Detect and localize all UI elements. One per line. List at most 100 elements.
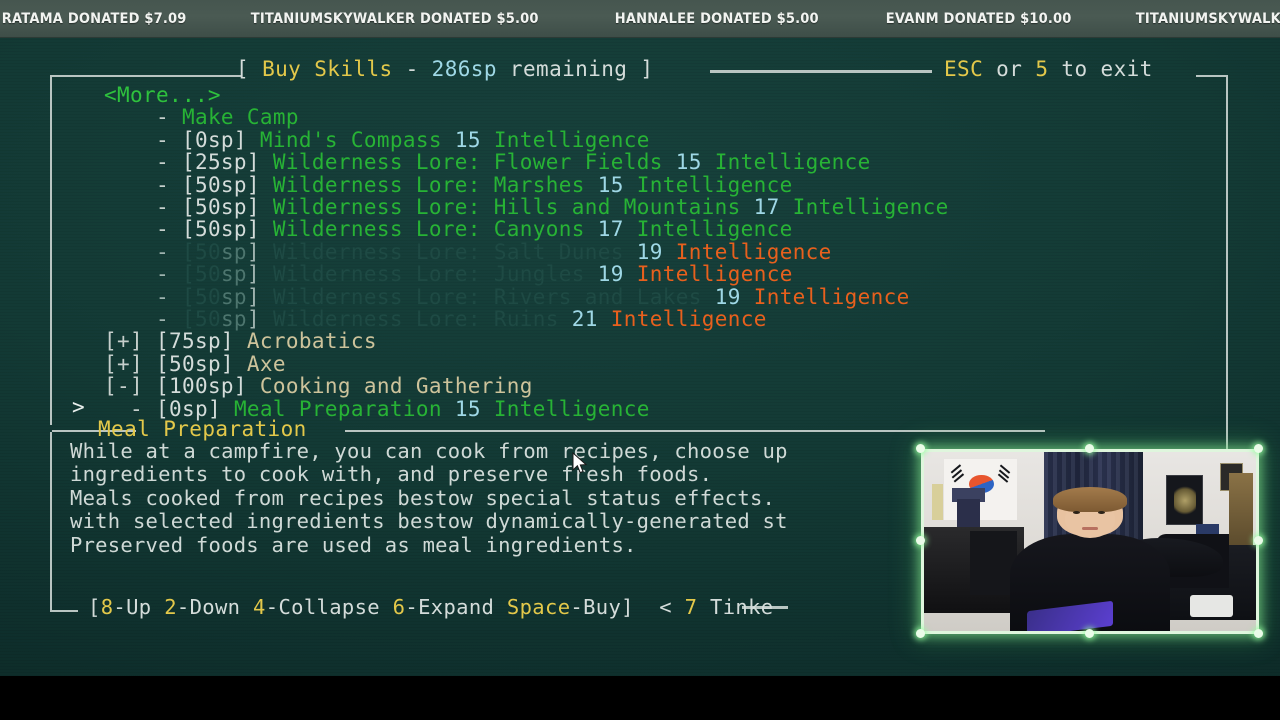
skill-cost-value: [50 [181, 284, 221, 309]
skill-requirement-attribute: Intelligence [636, 217, 793, 242]
skill-name: Wilderness Lore: Ruins [272, 307, 559, 332]
frame-border-bottom-left [50, 610, 78, 612]
exit-action-label: to exit [1048, 57, 1153, 81]
skill-marker: - [78, 172, 182, 197]
skill-name: Wilderness Lore: Flower Fields [272, 150, 663, 175]
skill-row[interactable]: - Make Camp [78, 106, 949, 128]
skill-marker: [-] [78, 374, 156, 399]
skill-row[interactable]: - [50sp] Wilderness Lore: Jungles 19 Int… [78, 263, 949, 285]
skill-name: Wilderness Lore: Hills and Mountains [272, 195, 741, 220]
footer-key: Space [506, 595, 571, 619]
skill-name: Cooking and Gathering [259, 374, 533, 399]
skill-cost-bracket: ] [246, 284, 273, 309]
skill-marker: [+] [78, 329, 156, 354]
skill-marker: - [78, 239, 182, 264]
skill-requirement-value: 17 [584, 217, 637, 242]
skill-requirement-attribute: Intelligence [493, 396, 650, 421]
detail-line: with selected ingredients bestow dynamic… [70, 509, 788, 534]
header-bracket-close: ] [627, 57, 654, 81]
skill-cost-unit: sp [220, 307, 247, 332]
resize-handle-top-right[interactable] [1254, 444, 1263, 453]
esc-key-label: ESC [944, 57, 984, 81]
skill-cost-bracket: ] [246, 239, 273, 264]
footer-key-label: -Buy [570, 595, 622, 619]
skill-cost: [25sp] [181, 150, 273, 175]
skill-requirement-value: 15 [662, 150, 715, 175]
skill-row[interactable]: - [50sp] Wilderness Lore: Canyons 17 Int… [78, 218, 949, 240]
resize-handle-middle-right[interactable] [1254, 536, 1263, 545]
skill-cost: [50sp] [181, 172, 273, 197]
skill-requirement-value: 19 [584, 262, 637, 287]
skill-row[interactable]: - [50sp] Wilderness Lore: Ruins 21 Intel… [78, 308, 949, 330]
donation-ticker: RATAMA DONATED $7.09 TITANIUMSKYWALKER DO… [0, 0, 1280, 38]
skill-cost-unit: sp [220, 239, 247, 264]
skill-marker: - [78, 262, 182, 287]
footer-next-arrow: < [659, 595, 685, 619]
header-dash: - [392, 57, 432, 81]
skill-requirement-value: 17 [740, 195, 793, 220]
exit-hint[interactable]: ESC or 5 to exit [944, 58, 1153, 80]
pillow [1189, 595, 1233, 617]
detail-title: Meal Preparation [98, 417, 307, 441]
keybind-footer[interactable]: [8-Up 2-Down 4-Collapse 6-Expand Space-B… [88, 595, 774, 619]
skill-row[interactable]: - [50sp] Wilderness Lore: Rivers and Lak… [78, 284, 949, 309]
footer-next-key: 7 [684, 595, 698, 619]
ticker-item: EVANM DONATED $10.00 [885, 10, 1072, 27]
skill-marker: [+] [78, 351, 156, 376]
skill-marker: - [78, 127, 182, 152]
skill-marker: - [78, 284, 182, 309]
skill-list[interactable]: <More...> - Make Camp - [0sp] Mind's Com… [78, 84, 949, 420]
skill-requirement-value: 15 [584, 172, 637, 197]
more-indicator[interactable]: <More...> [78, 84, 949, 106]
skill-cost: [75sp] [155, 329, 247, 354]
resize-handle-bottom-left[interactable] [916, 629, 925, 638]
skill-points-remaining: 286sp [431, 57, 497, 81]
page-title: Buy Skills [262, 57, 393, 81]
detail-line: Meals cooked from recipes bestow special… [70, 485, 776, 510]
skill-row[interactable]: [-] [100sp] Cooking and Gathering [78, 375, 949, 397]
more-label: <More...> [78, 83, 221, 107]
detail-divider-right [345, 430, 1045, 432]
skill-cost-bracket: ] [246, 307, 273, 332]
skill-requirement-value: 21 [558, 307, 611, 332]
footer-key-label: -Collapse [265, 595, 393, 619]
skill-row[interactable]: - [0sp] Mind's Compass 15 Intelligence [78, 129, 949, 151]
mouse-cursor [572, 452, 588, 474]
skill-row[interactable]: [+] [75sp] Acrobatics [78, 330, 949, 352]
skill-requirement-value: 15 [441, 396, 494, 421]
resize-handle-top-left[interactable] [916, 444, 925, 453]
skill-cost-value: [50 [181, 307, 221, 332]
panel-header: [ Buy Skills - 286sp remaining ] [236, 58, 653, 80]
detail-line: While at a campfire, you can cook from r… [70, 439, 788, 463]
skill-requirement-attribute: Intelligence [792, 195, 949, 220]
skill-marker: - [78, 217, 182, 242]
selection-cursor: > [72, 395, 85, 419]
header-remaining-label: remaining [496, 57, 628, 81]
skill-requirement-attribute: Intelligence [636, 172, 793, 197]
resize-handle-bottom-right[interactable] [1254, 629, 1263, 638]
webcam-overlay[interactable] [921, 449, 1259, 634]
skill-cost: [0sp] [181, 127, 260, 152]
skill-marker: - [78, 150, 182, 175]
skill-requirement-attribute: Intelligence [753, 284, 910, 309]
skill-row[interactable]: - [50sp] Wilderness Lore: Marshes 15 Int… [78, 172, 949, 197]
desk-bottle [932, 484, 943, 521]
header-rule [710, 70, 932, 73]
exit-or-label: or [983, 57, 1036, 81]
skill-row[interactable]: - [50sp] Wilderness Lore: Salt Dunes 19 … [78, 241, 949, 263]
frame-border-top-right [1196, 75, 1228, 77]
skill-requirement-attribute: Intelligence [610, 307, 767, 332]
skill-row[interactable]: - [50sp] Wilderness Lore: Hills and Moun… [78, 196, 949, 218]
skill-cost: [50sp] [181, 217, 273, 242]
detail-line: ingredients to cook with, and preserve f… [70, 462, 713, 487]
detail-line: Preserved foods are used as meal ingredi… [70, 532, 637, 557]
skill-marker: - [78, 307, 182, 332]
resize-handle-top-center[interactable] [1085, 444, 1094, 453]
resize-handle-middle-left[interactable] [916, 536, 925, 545]
resize-handle-bottom-center[interactable] [1085, 629, 1094, 638]
frame-border-left [50, 75, 52, 425]
skill-row[interactable]: [+] [50sp] Axe [78, 353, 949, 375]
skill-row[interactable]: - [25sp] Wilderness Lore: Flower Fields … [78, 151, 949, 173]
webcam-scene [924, 452, 1256, 631]
skill-cost-value: [50 [181, 239, 221, 264]
